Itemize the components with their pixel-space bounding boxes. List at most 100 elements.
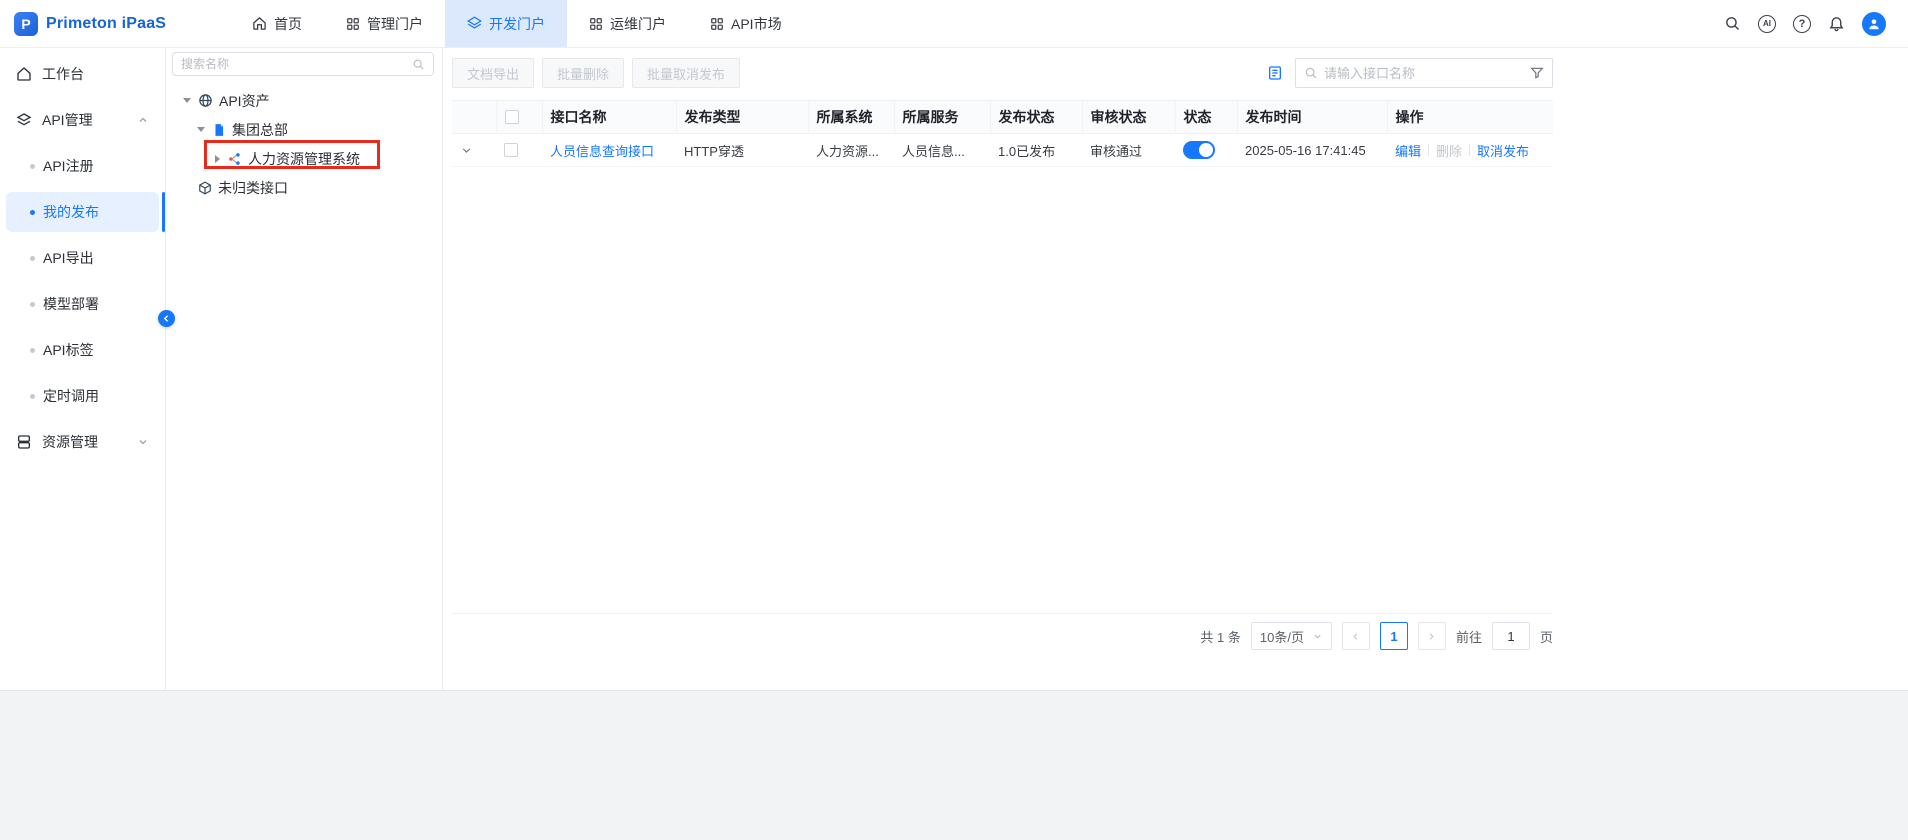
- grid-icon: [346, 17, 360, 31]
- chevron-right-icon: [1426, 631, 1437, 642]
- ai-assistant-icon[interactable]: AI: [1758, 15, 1776, 33]
- sidebar-item-label: API管理: [42, 110, 93, 130]
- sidebar-item-label: 定时调用: [43, 386, 99, 406]
- pagination: 共 1 条 10条/页 1 前往 页: [452, 613, 1553, 658]
- sidebar-item-workbench[interactable]: 工作台: [6, 54, 159, 94]
- sidebar-item-api-export[interactable]: API导出: [6, 238, 159, 278]
- header-service: 所属服务: [894, 101, 990, 134]
- bullet-icon: [30, 302, 35, 307]
- cell-api-name: 人员信息查询接口: [542, 134, 676, 167]
- expand-arrow-icon[interactable]: [196, 125, 206, 135]
- prev-page-button[interactable]: [1342, 622, 1370, 650]
- list-icon[interactable]: [1267, 65, 1283, 81]
- search-icon[interactable]: [412, 58, 425, 71]
- api-management-icon: [16, 112, 32, 128]
- bullet-icon: [30, 256, 35, 261]
- brand[interactable]: P Primeton iPaaS: [0, 0, 230, 47]
- cell-system: 人力资源...: [808, 134, 894, 167]
- cell-checkbox: [496, 134, 542, 167]
- content-card: 文档导出 批量删除 批量取消发布: [452, 56, 1553, 658]
- search-icon[interactable]: [1724, 15, 1741, 32]
- app-shell: 工作台 API管理 API注册 我的发布 API导出 模型部署: [0, 48, 1908, 690]
- expand-arrow-icon[interactable]: [182, 96, 192, 106]
- cell-audit-status: 审核通过: [1082, 134, 1175, 167]
- chevron-left-icon: [1350, 631, 1361, 642]
- tree-node-unclassified[interactable]: 未归类接口: [172, 173, 434, 202]
- bulk-delete-button[interactable]: 批量删除: [542, 58, 624, 88]
- header-api-name: 接口名称: [542, 101, 676, 134]
- sidebar-item-api-register[interactable]: API注册: [6, 146, 159, 186]
- nav-item-admin-portal[interactable]: 管理门户: [324, 0, 445, 47]
- select-all-checkbox[interactable]: [505, 110, 519, 124]
- api-tree-panel: API资产 集团总部 人力资源管理系统 未归类接口: [166, 48, 443, 690]
- unpublish-link[interactable]: 取消发布: [1477, 141, 1529, 160]
- header-publish-time: 发布时间: [1237, 101, 1387, 134]
- sidebar-item-scheduled-call[interactable]: 定时调用: [6, 376, 159, 416]
- nav-item-api-market[interactable]: API市场: [688, 0, 804, 47]
- delete-link[interactable]: 删除: [1436, 141, 1462, 160]
- nav-label: 管理门户: [367, 14, 423, 34]
- expand-arrow-icon[interactable]: [212, 154, 222, 164]
- tree-node-group-hq[interactable]: 集团总部: [172, 115, 434, 144]
- edit-link[interactable]: 编辑: [1395, 141, 1421, 160]
- sidebar-item-my-publish[interactable]: 我的发布: [6, 192, 159, 232]
- bullet-icon: [30, 210, 35, 215]
- tree-search-input[interactable]: [181, 57, 412, 71]
- topbar: P Primeton iPaaS 首页 管理门户 开发门户 运维门户 A: [0, 0, 1908, 48]
- header-expand: [452, 101, 496, 134]
- current-page-button[interactable]: 1: [1380, 622, 1408, 650]
- page-unit-label: 页: [1540, 627, 1553, 646]
- api-search-input[interactable]: [1324, 66, 1524, 81]
- total-count: 共 1 条: [1200, 627, 1240, 646]
- current-page-number: 1: [1390, 629, 1397, 644]
- row-expand-icon[interactable]: [460, 144, 473, 157]
- bulk-action-buttons: 文档导出 批量删除 批量取消发布: [452, 58, 740, 88]
- bulk-unpublish-button[interactable]: 批量取消发布: [632, 58, 740, 88]
- sidebar-item-label: API标签: [43, 340, 94, 360]
- resource-icon: [16, 434, 32, 450]
- help-icon[interactable]: ?: [1793, 15, 1811, 33]
- header-audit-status: 审核状态: [1082, 101, 1175, 134]
- sidebar-item-api-tags[interactable]: API标签: [6, 330, 159, 370]
- header-publish-status: 发布状态: [990, 101, 1082, 134]
- tree-node-hr-system[interactable]: 人力资源管理系统: [172, 144, 434, 173]
- nav-item-ops-portal[interactable]: 运维门户: [567, 0, 688, 47]
- divider: [1428, 144, 1429, 156]
- filter-funnel-icon[interactable]: [1530, 66, 1544, 80]
- goto-page-input[interactable]: [1492, 622, 1530, 650]
- sidebar-collapse-button[interactable]: [158, 310, 175, 327]
- row-checkbox[interactable]: [504, 143, 518, 157]
- doc-export-button[interactable]: 文档导出: [452, 58, 534, 88]
- cell-publish-time: 2025-05-16 17:41:45: [1237, 134, 1387, 167]
- topbar-right: AI ?: [1724, 0, 1908, 47]
- sidebar-item-api-management[interactable]: API管理: [6, 100, 159, 140]
- system-icon: [228, 152, 242, 166]
- nav-item-home[interactable]: 首页: [230, 0, 324, 47]
- cell-publish-type: HTTP穿透: [676, 134, 808, 167]
- chevron-down-icon: [1312, 631, 1323, 642]
- header-system: 所属系统: [808, 101, 894, 134]
- nav-label: 首页: [274, 14, 302, 34]
- header-checkbox-cell: [496, 101, 542, 134]
- sidebar-item-resource-management[interactable]: 资源管理: [6, 422, 159, 462]
- sidebar-item-label: 工作台: [42, 64, 84, 84]
- chevron-left-icon: [162, 314, 171, 323]
- page-size-select[interactable]: 10条/页: [1251, 622, 1332, 650]
- goto-label: 前往: [1456, 627, 1482, 646]
- document-icon: [212, 123, 226, 137]
- nav-item-dev-portal[interactable]: 开发门户: [445, 0, 567, 47]
- tree-node-api-assets[interactable]: API资产: [172, 86, 434, 115]
- toggle-knob: [1199, 143, 1213, 157]
- bullet-icon: [30, 348, 35, 353]
- bell-icon[interactable]: [1828, 15, 1845, 32]
- user-avatar[interactable]: [1862, 12, 1886, 36]
- table-header-row: 接口名称 发布类型 所属系统 所属服务 发布状态 审核状态 状态 发布时间 操作: [452, 101, 1553, 134]
- sidebar-item-model-deploy[interactable]: 模型部署: [6, 284, 159, 324]
- api-table: 接口名称 发布类型 所属系统 所属服务 发布状态 审核状态 状态 发布时间 操作: [452, 100, 1553, 167]
- api-name-link[interactable]: 人员信息查询接口: [550, 144, 654, 159]
- status-toggle[interactable]: [1183, 141, 1215, 159]
- nav-label: 运维门户: [610, 14, 666, 34]
- next-page-button[interactable]: [1418, 622, 1446, 650]
- person-icon: [1867, 17, 1881, 31]
- header-status: 状态: [1175, 101, 1237, 134]
